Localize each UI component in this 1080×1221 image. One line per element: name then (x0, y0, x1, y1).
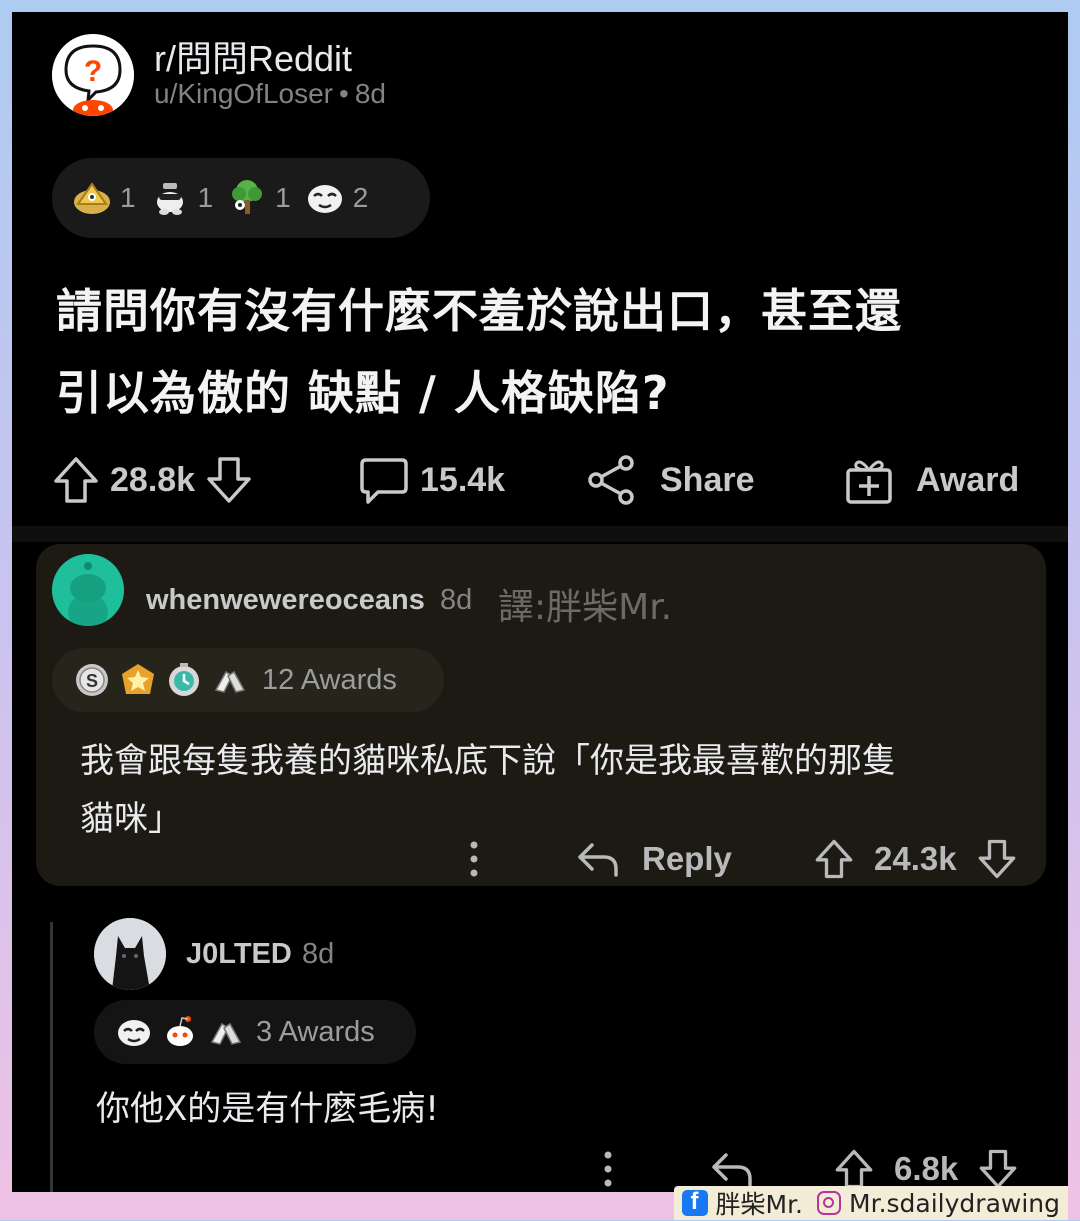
instagram-icon (817, 1191, 842, 1215)
face-award-icon (307, 185, 342, 213)
silver-coin-award-icon: S (76, 664, 108, 696)
snoo-award-icon (167, 1016, 193, 1046)
downvote-icon[interactable] (978, 1148, 1018, 1190)
post-age: 8d (354, 78, 386, 109)
award-item: 2 (305, 178, 369, 218)
post-author[interactable]: u/KingOfLoser (154, 78, 333, 109)
award-count: 1 (120, 182, 136, 213)
award-item: 1 (150, 178, 214, 218)
award-count: 1 (275, 182, 291, 213)
post-score: 28.8k (110, 460, 196, 499)
gift-icon (846, 460, 892, 504)
meta-separator: • (339, 78, 349, 109)
comment-count: 15.4k (420, 460, 506, 499)
post-title[interactable]: 請問你有沒有什麼不羞於說出口，甚至還 引以為傲的 缺點 / 人格缺陷? (56, 270, 1046, 434)
post-title-line: 請問你有沒有什麼不羞於說出口，甚至還 (56, 284, 902, 338)
credit-banner: f 胖柴Mr. Mr.sdailydrawing (673, 1186, 1068, 1220)
upvote-icon[interactable] (52, 455, 100, 505)
comment-awards[interactable]: S 12 Awards (52, 648, 444, 712)
timer-award-icon (169, 663, 199, 696)
post-meta: u/KingOfLoser • 8d (154, 78, 386, 110)
downvote-icon[interactable] (205, 455, 253, 505)
facebook-icon: f (681, 1188, 708, 1216)
section-divider (12, 526, 1068, 542)
awards-count-label: 12 Awards (262, 663, 397, 696)
award-button[interactable]: Award (844, 452, 1019, 508)
reply-button[interactable]: Reply (576, 834, 732, 884)
comment-actions: 6.8k (12, 1144, 1068, 1192)
svg-text:S: S (86, 671, 98, 691)
comment-actions: Reply 24.3k (36, 834, 1046, 884)
comment-text-line: 我會跟每隻我養的貓咪私底下說「你是我最喜歡的那隻 (80, 741, 896, 781)
pyramid-award-icon (74, 182, 110, 214)
comment-score: 24.3k (874, 840, 957, 877)
star-badge-award-icon (122, 664, 154, 694)
avatar[interactable] (94, 918, 166, 990)
award-count: 2 (352, 182, 369, 213)
more-options-icon[interactable] (602, 1144, 614, 1192)
share-icon (588, 455, 634, 505)
comment-vote: 24.3k (814, 834, 1017, 884)
subreddit-name[interactable]: r/問問Reddit (154, 30, 352, 82)
comment-age: 8d (302, 938, 335, 970)
award-label: Award (916, 460, 1020, 499)
comment-vote: 6.8k (834, 1144, 1018, 1192)
vote-control: 28.8k (52, 452, 253, 508)
post-awards[interactable]: 1 1 1 2 (52, 158, 430, 238)
share-label: Share (660, 460, 755, 499)
award-item: 1 (72, 178, 136, 218)
hands-award-icon (210, 1022, 242, 1045)
face-award-icon (118, 1020, 150, 1046)
reply-label: Reply (642, 840, 732, 877)
comment-awards[interactable]: 3 Awards (94, 1000, 416, 1064)
post-title-line: 引以為傲的 缺點 / 人格缺陷? (56, 366, 670, 420)
award-count: 1 (197, 182, 214, 213)
comment-body: 我會跟每隻我養的貓咪私底下說「你是我最喜歡的那隻 貓咪」 (80, 732, 1030, 848)
post-actions: 28.8k 15.4k Share Award (52, 452, 1032, 508)
upvote-icon[interactable] (814, 838, 854, 880)
comment-body: 你他X的是有什麼毛病! (96, 1089, 439, 1129)
comment-author[interactable]: whenwewereoceans (146, 584, 425, 617)
comment-bubble-icon (360, 458, 408, 504)
awards-count-label: 3 Awards (256, 1015, 375, 1048)
award-item: 1 (227, 178, 291, 218)
translator-note: 譯:胖柴Mr. (498, 587, 673, 628)
svg-text:?: ? (84, 55, 102, 88)
reply-arrow-icon (712, 1153, 752, 1187)
instagram-name: Mr.sdailydrawing (849, 1188, 1060, 1218)
downvote-icon[interactable] (977, 838, 1017, 880)
snoo-sunglasses-award-icon (156, 183, 183, 215)
reply-arrow-icon (578, 843, 618, 877)
comments-button[interactable]: 15.4k (358, 452, 505, 508)
comment-card: whenwewereoceans 8d 譯:胖柴Mr. S 12 Awards … (36, 544, 1046, 886)
app-screen: ? r/問問Reddit u/KingOfLoser • 8d 1 1 1 2 請問… (12, 12, 1068, 1192)
avatar[interactable] (52, 554, 124, 626)
more-options-icon[interactable] (468, 834, 480, 884)
subreddit-avatar[interactable]: ? (52, 34, 134, 116)
comment-age: 8d (440, 584, 473, 616)
comment-score: 6.8k (894, 1150, 959, 1187)
facebook-name: 胖柴Mr. (715, 1190, 804, 1219)
share-button[interactable]: Share (586, 452, 755, 508)
hands-award-icon (214, 670, 246, 693)
comment-author[interactable]: J0LTED (186, 938, 292, 971)
tree-award-icon (232, 180, 263, 214)
upvote-icon[interactable] (834, 1148, 874, 1190)
